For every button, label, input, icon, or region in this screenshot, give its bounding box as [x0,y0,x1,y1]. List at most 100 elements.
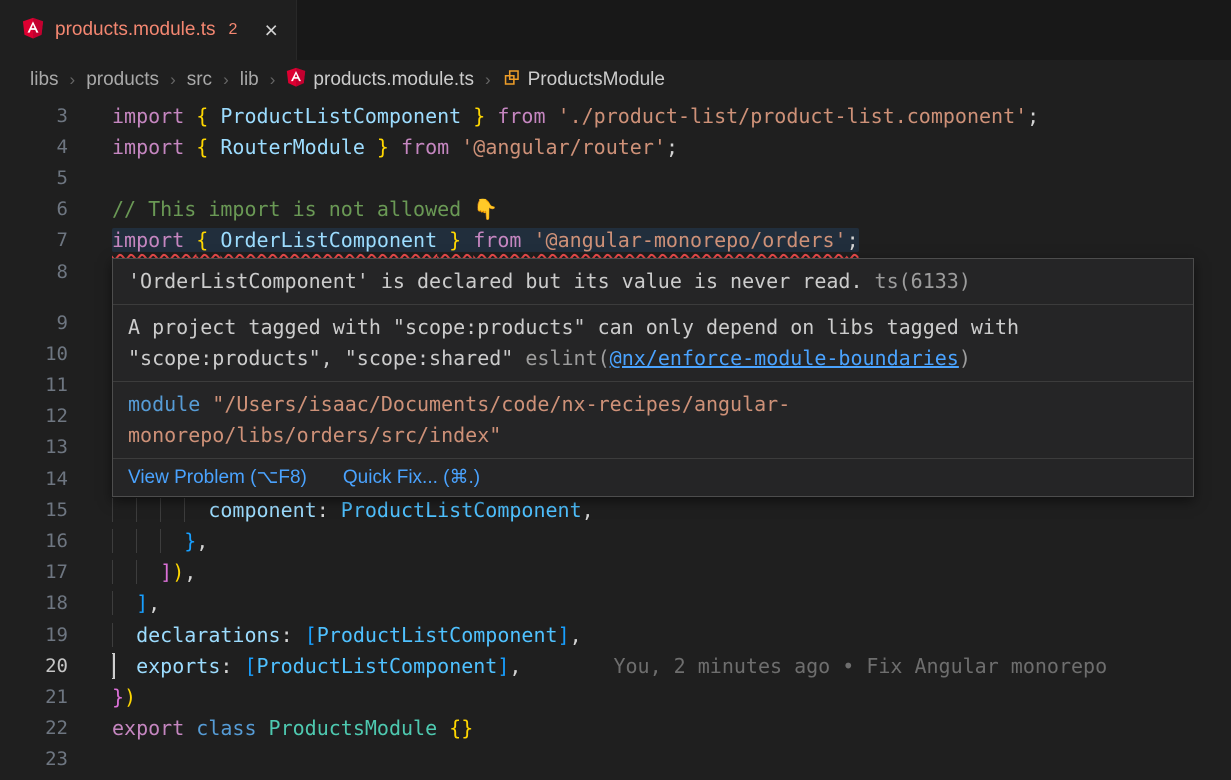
breadcrumb-item-symbol[interactable]: ProductsModule [502,68,665,93]
line-number-10[interactable]: 10 [0,343,68,365]
line-number-23[interactable]: 23 [0,748,68,770]
breadcrumb-item-products[interactable]: products [86,69,159,91]
token-b1: } [461,104,497,128]
line-number-8[interactable]: 8 [0,261,68,283]
code-line-18: 18 ], [0,588,1231,619]
token-kw: from [473,228,533,252]
line-number-5[interactable]: 5 [0,167,68,189]
hover-token-dim: ts(6133) [863,269,971,293]
line-number-14[interactable]: 14 [0,468,68,490]
token-kw: from [497,104,557,128]
code-tokens: // This import is not allowed 👇 [112,197,498,221]
code-line-content[interactable]: declarations: [ProductListComponent], [68,619,1231,650]
code-line-content[interactable]: // This import is not allowed 👇 [68,194,1231,225]
eslint-rule-link[interactable]: @nx/enforce-module-boundaries [610,346,959,370]
hover-token-str: monorepo/libs/orders/src/index" [128,423,501,447]
token-pun: , [148,591,160,615]
line-number-19[interactable]: 19 [0,624,68,646]
token-cls: ProductListComponent [257,654,498,678]
token-pun: ; [847,228,859,252]
vscode-window: products.module.ts 2 × libs › products › src… [0,0,1231,780]
code-line-content[interactable]: import { ProductListComponent } from './… [68,100,1231,131]
line-number-22[interactable]: 22 [0,717,68,739]
token-pun: : [220,654,244,678]
code-line-content[interactable]: exports: [ProductListComponent],You, 2 m… [68,650,1231,681]
tab-products-module[interactable]: products.module.ts 2 × [0,0,297,60]
line-number-16[interactable]: 16 [0,530,68,552]
code-line-content[interactable]: import { OrderListComponent } from '@ang… [68,225,1231,256]
breadcrumb-item-libs[interactable]: libs [30,69,59,91]
view-problem-action[interactable]: View Problem (⌥F8) [128,466,307,489]
class-symbol-icon [502,68,521,93]
token-b1: { [196,104,220,128]
token-b2: } [112,685,124,709]
line-number-7[interactable]: 7 [0,229,68,251]
token-str: '@angular/router' [461,135,666,159]
token-str: '@angular-monorepo/orders' [533,228,846,252]
chevron-right-icon: › [222,70,230,90]
hover-token-dim: ) [959,346,971,370]
chevron-right-icon: › [484,70,492,90]
code-tokens: declarations: [ProductListComponent], [112,623,582,647]
hover-message-line: module "/Users/isaac/Documents/code/nx-r… [128,389,1178,420]
token-cls: ProductListComponent [341,498,582,522]
token-blame: You, 2 minutes ago • Fix Angular monorep… [521,654,1107,678]
code-line-content[interactable]: ]), [68,557,1231,588]
token-b1: { [196,228,220,252]
breadcrumb: libs › products › src › lib › products.module.ts… [0,60,1231,100]
line-number-3[interactable]: 3 [0,105,68,127]
code-line-content[interactable]: import { RouterModule } from '@angular/r… [68,131,1231,162]
code-line-content[interactable]: }, [68,525,1231,556]
breadcrumb-item-src[interactable]: src [187,69,212,91]
code-line-22: 22export class ProductsModule {} [0,713,1231,744]
line-number-13[interactable]: 13 [0,436,68,458]
line-number-20[interactable]: 20 [0,655,68,677]
breadcrumb-file-label: products.module.ts [313,69,474,91]
code-line-content[interactable]: export class ProductsModule {} [68,713,1231,744]
token-str: './product-list/product-list.component' [558,104,1028,128]
code-line-20: 20 exports: [ProductListComponent],You, … [0,650,1231,681]
line-number-15[interactable]: 15 [0,499,68,521]
line-number-17[interactable]: 17 [0,561,68,583]
tab-label: products.module.ts [55,19,216,41]
hover-token-dim: eslint( [525,346,609,370]
token-b1: {} [449,716,473,740]
line-number-11[interactable]: 11 [0,374,68,396]
token-prop: declarations [136,623,281,647]
code-line-content[interactable] [68,744,1231,775]
token-kw: export [112,716,196,740]
code-tokens: ]), [112,560,196,584]
token-b3: [ [244,654,256,678]
chevron-right-icon: › [69,70,77,90]
token-kw2: class [196,716,268,740]
breadcrumb-item-file[interactable]: products.module.ts [286,67,474,93]
line-number-4[interactable]: 4 [0,136,68,158]
token-pun: , [582,498,594,522]
quick-fix-action[interactable]: Quick Fix... (⌘.) [343,466,480,489]
code-tokens: import { ProductListComponent } from './… [112,104,1039,128]
line-number-12[interactable]: 12 [0,405,68,427]
token-kw: import [112,228,196,252]
token-pun: ; [1027,104,1039,128]
hover-section-2: A project tagged with "scope:products" c… [113,305,1193,382]
chevron-right-icon: › [269,70,277,90]
token-pun: , [509,654,521,678]
line-number-18[interactable]: 18 [0,592,68,614]
code-tokens: import { OrderListComponent } from '@ang… [112,228,859,252]
code-line-content[interactable]: component: ProductListComponent, [68,494,1231,525]
code-tokens: }, [112,529,208,553]
token-kw: import [112,104,196,128]
line-number-21[interactable]: 21 [0,686,68,708]
line-number-6[interactable]: 6 [0,198,68,220]
hover-message-line: monorepo/libs/orders/src/index" [128,420,1178,451]
breadcrumb-item-lib[interactable]: lib [240,69,259,91]
token-b3: ] [497,654,509,678]
code-tokens: ], [112,591,160,615]
hover-action-bar: View Problem (⌥F8) Quick Fix... (⌘.) [113,459,1193,496]
tab-close-icon[interactable]: × [264,19,277,42]
code-line-21: 21}) [0,681,1231,712]
code-line-content[interactable]: ], [68,588,1231,619]
code-line-content[interactable] [68,162,1231,193]
line-number-9[interactable]: 9 [0,312,68,334]
code-line-content[interactable]: }) [68,681,1231,712]
